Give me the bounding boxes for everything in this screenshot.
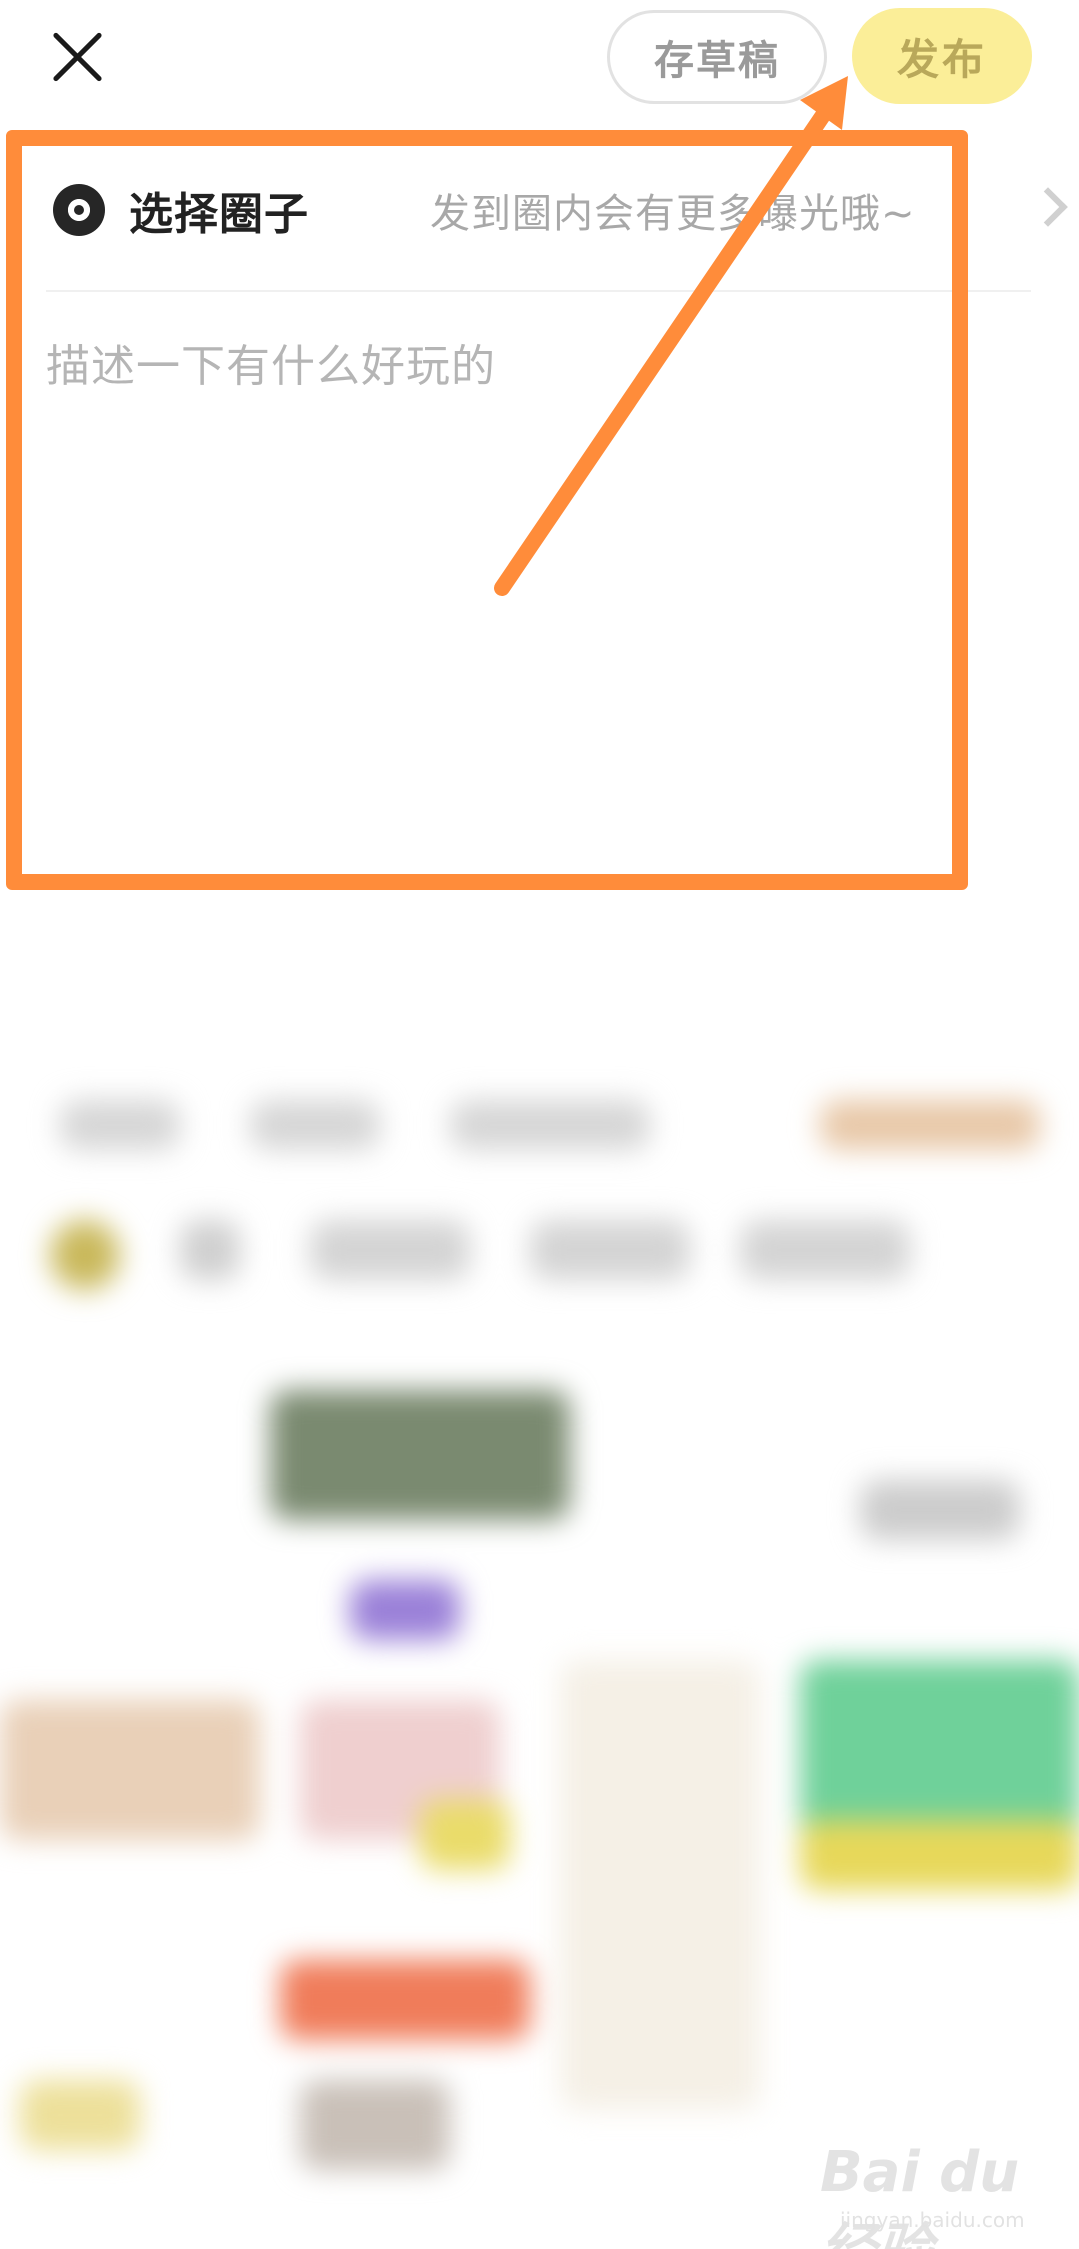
fade-overlay [0,830,1079,990]
publish-button[interactable]: 发布 [852,8,1032,104]
select-circle-row[interactable]: 选择圈子 发到圈内会有更多曝光哦~ [46,150,1068,270]
close-icon[interactable] [48,28,106,86]
blurred-content-area [0,900,1079,2249]
select-circle-label: 选择圈子 [129,189,309,240]
circle-target-icon [53,184,105,236]
description-input[interactable]: 描述一下有什么好玩的 [46,330,946,730]
watermark-logo: Bai du 经验 jingyan.baidu.com [820,2130,1060,2249]
divider [46,290,1031,292]
watermark-domain: jingyan.baidu.com [840,2208,1025,2232]
select-circle-hint: 发到圈内会有更多曝光哦~ [430,191,916,237]
post-editor-screen: 存草稿 发布 选择圈子 发到圈内会有更多曝光哦~ 描述一下有什么好玩的 Bai … [0,0,1079,2249]
save-draft-button[interactable]: 存草稿 [607,10,827,104]
chevron-right-icon [1028,187,1068,227]
watermark-brand: Bai du 经验 [820,2140,1020,2249]
